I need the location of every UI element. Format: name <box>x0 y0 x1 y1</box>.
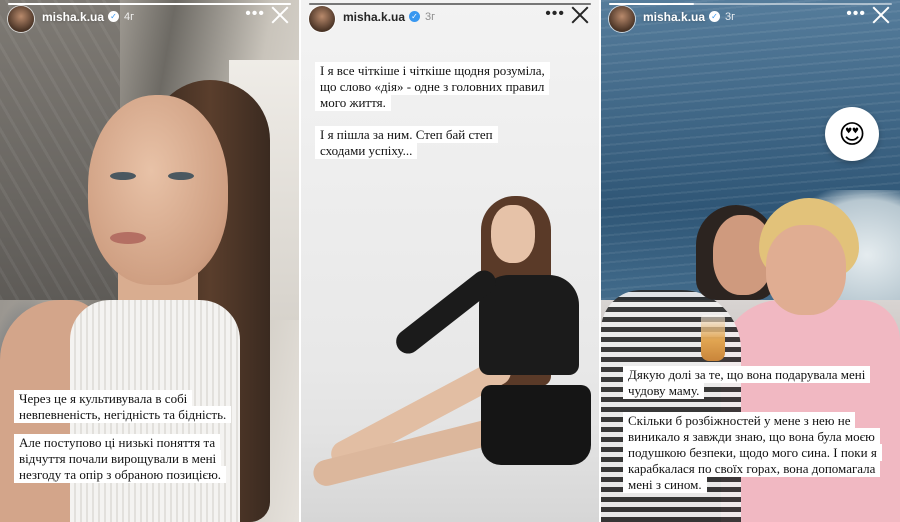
avatar[interactable] <box>309 6 335 32</box>
caption: Через це я культивувала в собі невпевнен… <box>14 390 239 423</box>
caption: І я все чіткіше і чіткіше щодня розуміла… <box>315 62 550 111</box>
story-time: 3г <box>725 11 736 23</box>
more-dots-icon[interactable]: ••• <box>846 5 866 23</box>
verified-badge-icon: ✓ <box>709 11 720 22</box>
close-icon[interactable] <box>569 4 591 26</box>
more-dots-icon[interactable]: ••• <box>245 5 265 23</box>
story-header: misha.k.ua ✓ 3г ••• <box>601 0 900 36</box>
more-dots-icon[interactable]: ••• <box>545 5 565 23</box>
caption: І я пішла за ним. Степ бай степ сходами … <box>315 126 535 159</box>
story-3[interactable]: misha.k.ua ✓ 3г ••• 😍 Дякую долі за те, … <box>601 0 900 522</box>
avatar[interactable] <box>8 6 34 32</box>
story-header: misha.k.ua ✓ 4г ••• <box>0 0 299 36</box>
verified-badge-icon: ✓ <box>108 11 119 22</box>
story-2[interactable]: misha.k.ua ✓ 3г ••• І я все чіткіше і чі… <box>301 0 599 522</box>
close-icon[interactable] <box>870 4 892 26</box>
caption: Скільки б розбіжностей у мене з нею не в… <box>623 412 893 493</box>
username[interactable]: misha.k.ua <box>343 10 405 24</box>
verified-badge-icon: ✓ <box>409 11 420 22</box>
close-icon[interactable] <box>269 4 291 26</box>
avatar[interactable] <box>609 6 635 32</box>
username[interactable]: misha.k.ua <box>643 10 705 24</box>
caption: Дякую долі за те, що вона подарувала мен… <box>623 366 873 399</box>
story-time: 4г <box>124 11 135 23</box>
story-time: 3г <box>425 11 436 23</box>
username[interactable]: misha.k.ua <box>42 10 104 24</box>
story-1[interactable]: misha.k.ua ✓ 4г ••• Через це я культивув… <box>0 0 299 522</box>
heart-eyes-emoji-sticker[interactable]: 😍 <box>825 107 879 161</box>
story-header: misha.k.ua ✓ 3г ••• <box>301 0 599 36</box>
caption: Але поступово ці низькі поняття та відчу… <box>14 434 246 483</box>
